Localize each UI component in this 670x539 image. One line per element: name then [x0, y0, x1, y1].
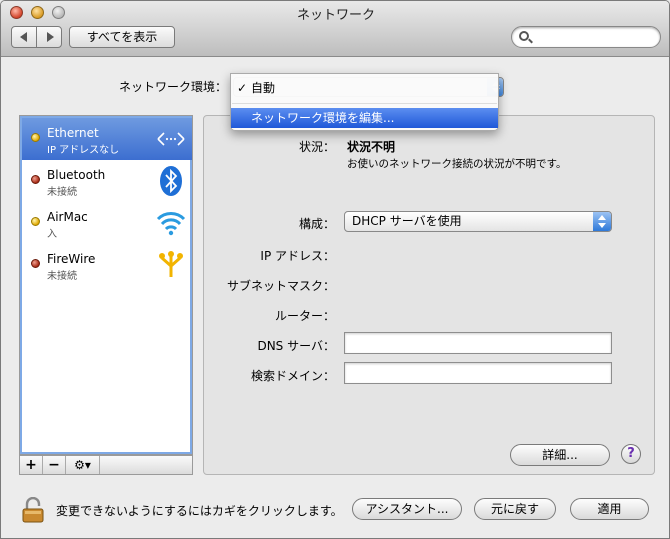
- menu-item-automatic[interactable]: ✓ 自動: [231, 78, 498, 98]
- config-label: 構成：: [298, 217, 335, 231]
- search-domain-label: 検索ドメイン：: [250, 369, 335, 383]
- service-status: 未接続: [47, 271, 77, 282]
- status-dot-yellow: [31, 133, 40, 142]
- service-status: 未接続: [47, 187, 77, 198]
- service-status: 入: [47, 229, 57, 240]
- add-service-button[interactable]: +: [20, 456, 43, 474]
- status-dot-red: [31, 259, 40, 268]
- status-label: 状況：: [298, 140, 335, 154]
- search-domain-field[interactable]: [344, 362, 612, 384]
- search-field[interactable]: [511, 26, 661, 48]
- search-icon: [519, 31, 529, 41]
- service-ethernet[interactable]: Ethernet IP アドレスなし: [22, 118, 192, 160]
- menu-separator: [232, 103, 497, 104]
- remove-service-button[interactable]: −: [43, 456, 66, 474]
- dns-server-field[interactable]: [344, 332, 612, 354]
- service-name: AirMac: [47, 210, 88, 224]
- search-input[interactable]: [534, 29, 654, 45]
- forward-button[interactable]: [36, 26, 62, 48]
- location-label: ネットワーク環境：: [119, 80, 228, 94]
- status-value: 状況不明: [347, 140, 396, 154]
- lock-message: 変更できないようにするにはカギをクリックします。: [56, 504, 343, 518]
- service-list-toolbar: + − ⚙▾: [19, 455, 193, 475]
- service-list: Ethernet IP アドレスなし Bluetooth 未接続 AirMac …: [19, 115, 193, 455]
- right-arrow-icon: [47, 32, 54, 42]
- gear-icon: ⚙▾: [74, 458, 91, 472]
- left-arrow-icon: [20, 32, 27, 42]
- status-description: お使いのネットワーク接続の状況が不明です。: [347, 158, 567, 170]
- service-bluetooth[interactable]: Bluetooth 未接続: [22, 160, 192, 202]
- service-name: Ethernet: [47, 126, 99, 140]
- show-all-button[interactable]: すべてを表示: [69, 26, 175, 48]
- status-dot-red: [31, 175, 40, 184]
- service-airmac[interactable]: AirMac 入: [22, 202, 192, 244]
- menu-item-edit-locations[interactable]: ネットワーク環境を編集...: [231, 108, 498, 128]
- subnet-mask-label: サブネットマスク：: [226, 279, 335, 293]
- config-value: DHCP サーバを使用: [352, 214, 462, 228]
- firewire-icon: [159, 251, 183, 277]
- popup-stepper-icon: [593, 212, 611, 231]
- ip-address-label: IP アドレス：: [260, 249, 335, 263]
- revert-button[interactable]: 元に戻す: [474, 498, 556, 520]
- config-popup[interactable]: DHCP サーバを使用: [344, 211, 612, 232]
- network-preferences-window: ネットワーク すべてを表示 ネットワーク環境： Ethernet IP アドレス…: [0, 0, 670, 539]
- apply-button[interactable]: 適用: [570, 498, 649, 520]
- service-name: Bluetooth: [47, 168, 106, 182]
- router-label: ルーター：: [274, 309, 335, 323]
- assistant-button[interactable]: アシスタント...: [352, 498, 462, 520]
- help-button[interactable]: ?: [621, 444, 641, 464]
- wifi-icon: [156, 212, 186, 236]
- service-firewire[interactable]: FireWire 未接続: [22, 244, 192, 286]
- gear-menu-button[interactable]: ⚙▾: [66, 456, 100, 474]
- service-name: FireWire: [47, 252, 96, 266]
- bluetooth-icon: [160, 166, 182, 196]
- ethernet-arrows-icon: [157, 132, 185, 146]
- menu-item-label: 自動: [251, 81, 276, 95]
- window-title: ネットワーク: [296, 8, 375, 23]
- checkmark-icon: ✓: [237, 81, 248, 95]
- location-dropdown-menu: ✓ 自動 ネットワーク環境を編集...: [230, 73, 499, 131]
- service-status: IP アドレスなし: [47, 145, 120, 156]
- lock-icon[interactable]: [21, 497, 45, 523]
- advanced-button[interactable]: 詳細...: [510, 444, 610, 466]
- back-button[interactable]: [11, 26, 37, 48]
- title-bar: ネットワーク すべてを表示: [1, 1, 669, 57]
- dns-server-label: DNS サーバ：: [257, 339, 335, 353]
- status-dot-yellow: [31, 217, 40, 226]
